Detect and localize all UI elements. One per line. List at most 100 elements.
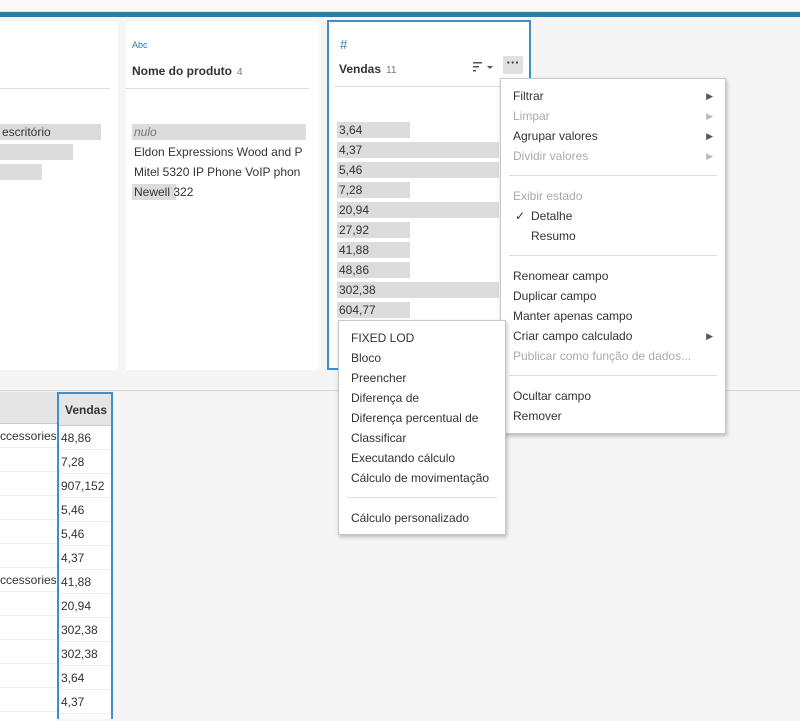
value-row[interactable]	[0, 142, 101, 162]
menu-item-label: Remover	[513, 409, 562, 423]
value-row[interactable]: nulo	[132, 122, 306, 142]
field-title: Vendas 11	[339, 62, 396, 76]
submenu-item-calculo-personalizado[interactable]: Cálculo personalizado	[339, 508, 505, 528]
menu-separator	[347, 497, 497, 498]
grid-cell[interactable]	[0, 520, 57, 544]
menu-item-label: Resumo	[531, 229, 576, 243]
submenu-item-classificar[interactable]: Classificar	[339, 428, 505, 448]
value-row[interactable]: 302,38	[337, 280, 499, 300]
submenu-item-calculo-de-movimentacao[interactable]: Cálculo de movimentação	[339, 468, 505, 488]
grid-cell[interactable]	[0, 544, 57, 568]
value-label	[0, 145, 2, 159]
value-row[interactable]: Eldon Expressions Wood and P	[132, 142, 306, 162]
grid-cell[interactable]: 20,94	[59, 594, 111, 618]
value-row[interactable]: Newell 322	[132, 182, 306, 202]
menu-item-renomear-campo[interactable]: Renomear campo	[501, 266, 725, 286]
grid-column-vendas[interactable]: Vendas 48,86 7,28 907,152 5,46 5,46 4,37 41,88…	[57, 392, 113, 719]
menu-item-criar-campo-calculado[interactable]: Criar campo calculado ▶	[501, 326, 725, 346]
value-row[interactable]: 604,77	[337, 300, 499, 320]
menu-item-remover[interactable]: Remover	[501, 406, 725, 426]
value-row[interactable]: 5,46	[337, 160, 499, 180]
value-row[interactable]: 20,94	[337, 200, 499, 220]
calculated-field-submenu: FIXED LOD Bloco Preencher Diferença de Difer…	[338, 320, 506, 535]
more-options-button[interactable]: ···	[503, 56, 523, 74]
value-label: 604,77	[339, 303, 376, 317]
menu-separator	[509, 375, 717, 376]
grid-cell[interactable]	[0, 616, 57, 640]
grid-cell[interactable]	[0, 448, 57, 472]
value-list: 3,64 4,37 5,46 7,28 20,94 27,92 41,88 48,86 302,…	[337, 120, 499, 320]
number-type-icon[interactable]: #	[340, 37, 347, 52]
value-row[interactable]: 27,92	[337, 220, 499, 240]
menu-item-resumo[interactable]: Resumo	[501, 226, 725, 246]
submenu-item-diferenca-percentual-de[interactable]: Diferença percentual de	[339, 408, 505, 428]
submenu-arrow-icon: ▶	[706, 151, 713, 161]
grid-cell[interactable]: ccessories,	[0, 424, 57, 448]
field-title: Nome do produto 4	[132, 64, 243, 78]
value-row[interactable]	[0, 162, 101, 182]
grid-cell[interactable]: 4,37	[59, 546, 111, 570]
submenu-item-diferenca-de[interactable]: Diferença de	[339, 388, 505, 408]
grid-cell[interactable]	[0, 592, 57, 616]
menu-separator	[509, 175, 717, 176]
menu-item-label: Duplicar campo	[513, 289, 597, 303]
grid-cell[interactable]	[0, 640, 57, 664]
grid-cell[interactable]: 41,88	[59, 570, 111, 594]
menu-item-agrupar-valores[interactable]: Agrupar valores ▶	[501, 126, 725, 146]
value-label	[0, 165, 2, 179]
menu-item-label: Agrupar valores	[513, 129, 598, 143]
value-label: Newell 322	[134, 185, 194, 199]
menu-item-detalhe[interactable]: ✓ Detalhe	[501, 206, 725, 226]
grid-column-header[interactable]: Vendas	[59, 394, 111, 426]
card-divider	[0, 88, 110, 89]
menu-item-manter-apenas-campo[interactable]: Manter apenas campo	[501, 306, 725, 326]
profile-card-left[interactable]: escritório	[0, 22, 118, 370]
submenu-item-fixed-lod[interactable]: FIXED LOD	[339, 328, 505, 348]
value-row[interactable]: escritório	[0, 122, 101, 142]
submenu-arrow-icon: ▶	[706, 331, 713, 341]
field-count: 4	[236, 67, 243, 78]
menu-item-ocultar-campo[interactable]: Ocultar campo	[501, 386, 725, 406]
grid-cells: 48,86 7,28 907,152 5,46 5,46 4,37 41,88 20,94 30…	[59, 426, 111, 714]
card-divider	[334, 86, 524, 87]
menu-item-filtrar[interactable]: Filtrar ▶	[501, 86, 725, 106]
grid-cell[interactable]: 4,37	[59, 690, 111, 714]
value-row[interactable]: 7,28	[337, 180, 499, 200]
menu-item-label: Ocultar campo	[513, 389, 592, 403]
value-row[interactable]: 4,37	[337, 140, 499, 160]
grid-cell[interactable]: 302,38	[59, 618, 111, 642]
menu-item-label: Manter apenas campo	[513, 309, 633, 323]
grid-column-header[interactable]	[0, 392, 57, 424]
grid-cell[interactable]	[0, 664, 57, 688]
grid-cell[interactable]: 48,86	[59, 426, 111, 450]
value-row[interactable]: Mitel 5320 IP Phone VoIP phon	[132, 162, 306, 182]
grid-cell[interactable]	[0, 688, 57, 712]
profile-card-nome-do-produto[interactable]: Abc Nome do produto 4 nulo Eldon Expressio…	[126, 22, 319, 370]
grid-cell[interactable]: 3,64	[59, 666, 111, 690]
field-name: Vendas	[339, 62, 382, 76]
grid-column-left[interactable]: ccessories, ccessories,	[0, 392, 57, 721]
grid-cell[interactable]: 7,28	[59, 450, 111, 474]
value-row[interactable]: 3,64	[337, 120, 499, 140]
grid-cell[interactable]	[0, 472, 57, 496]
submenu-item-preencher[interactable]: Preencher	[339, 368, 505, 388]
sort-icon[interactable]	[472, 60, 494, 74]
value-list: escritório	[0, 122, 101, 182]
grid-cell[interactable]: 5,46	[59, 522, 111, 546]
submenu-item-executando-calculo[interactable]: Executando cálculo	[339, 448, 505, 468]
string-type-icon[interactable]: Abc	[132, 40, 148, 50]
value-row[interactable]: 41,88	[337, 240, 499, 260]
value-bar	[132, 124, 306, 140]
grid-cell[interactable]: ccessories,	[0, 568, 57, 592]
menu-item-dividir-valores: Dividir valores ▶	[501, 146, 725, 166]
value-label: 27,92	[339, 223, 370, 237]
submenu-item-bloco[interactable]: Bloco	[339, 348, 505, 368]
menu-item-label: Filtrar	[513, 89, 544, 103]
grid-cell[interactable]: 302,38	[59, 642, 111, 666]
menu-item-duplicar-campo[interactable]: Duplicar campo	[501, 286, 725, 306]
value-row[interactable]: 48,86	[337, 260, 499, 280]
grid-cell[interactable]: 5,46	[59, 498, 111, 522]
card-divider	[126, 88, 309, 89]
grid-cell[interactable]	[0, 496, 57, 520]
grid-cell[interactable]: 907,152	[59, 474, 111, 498]
